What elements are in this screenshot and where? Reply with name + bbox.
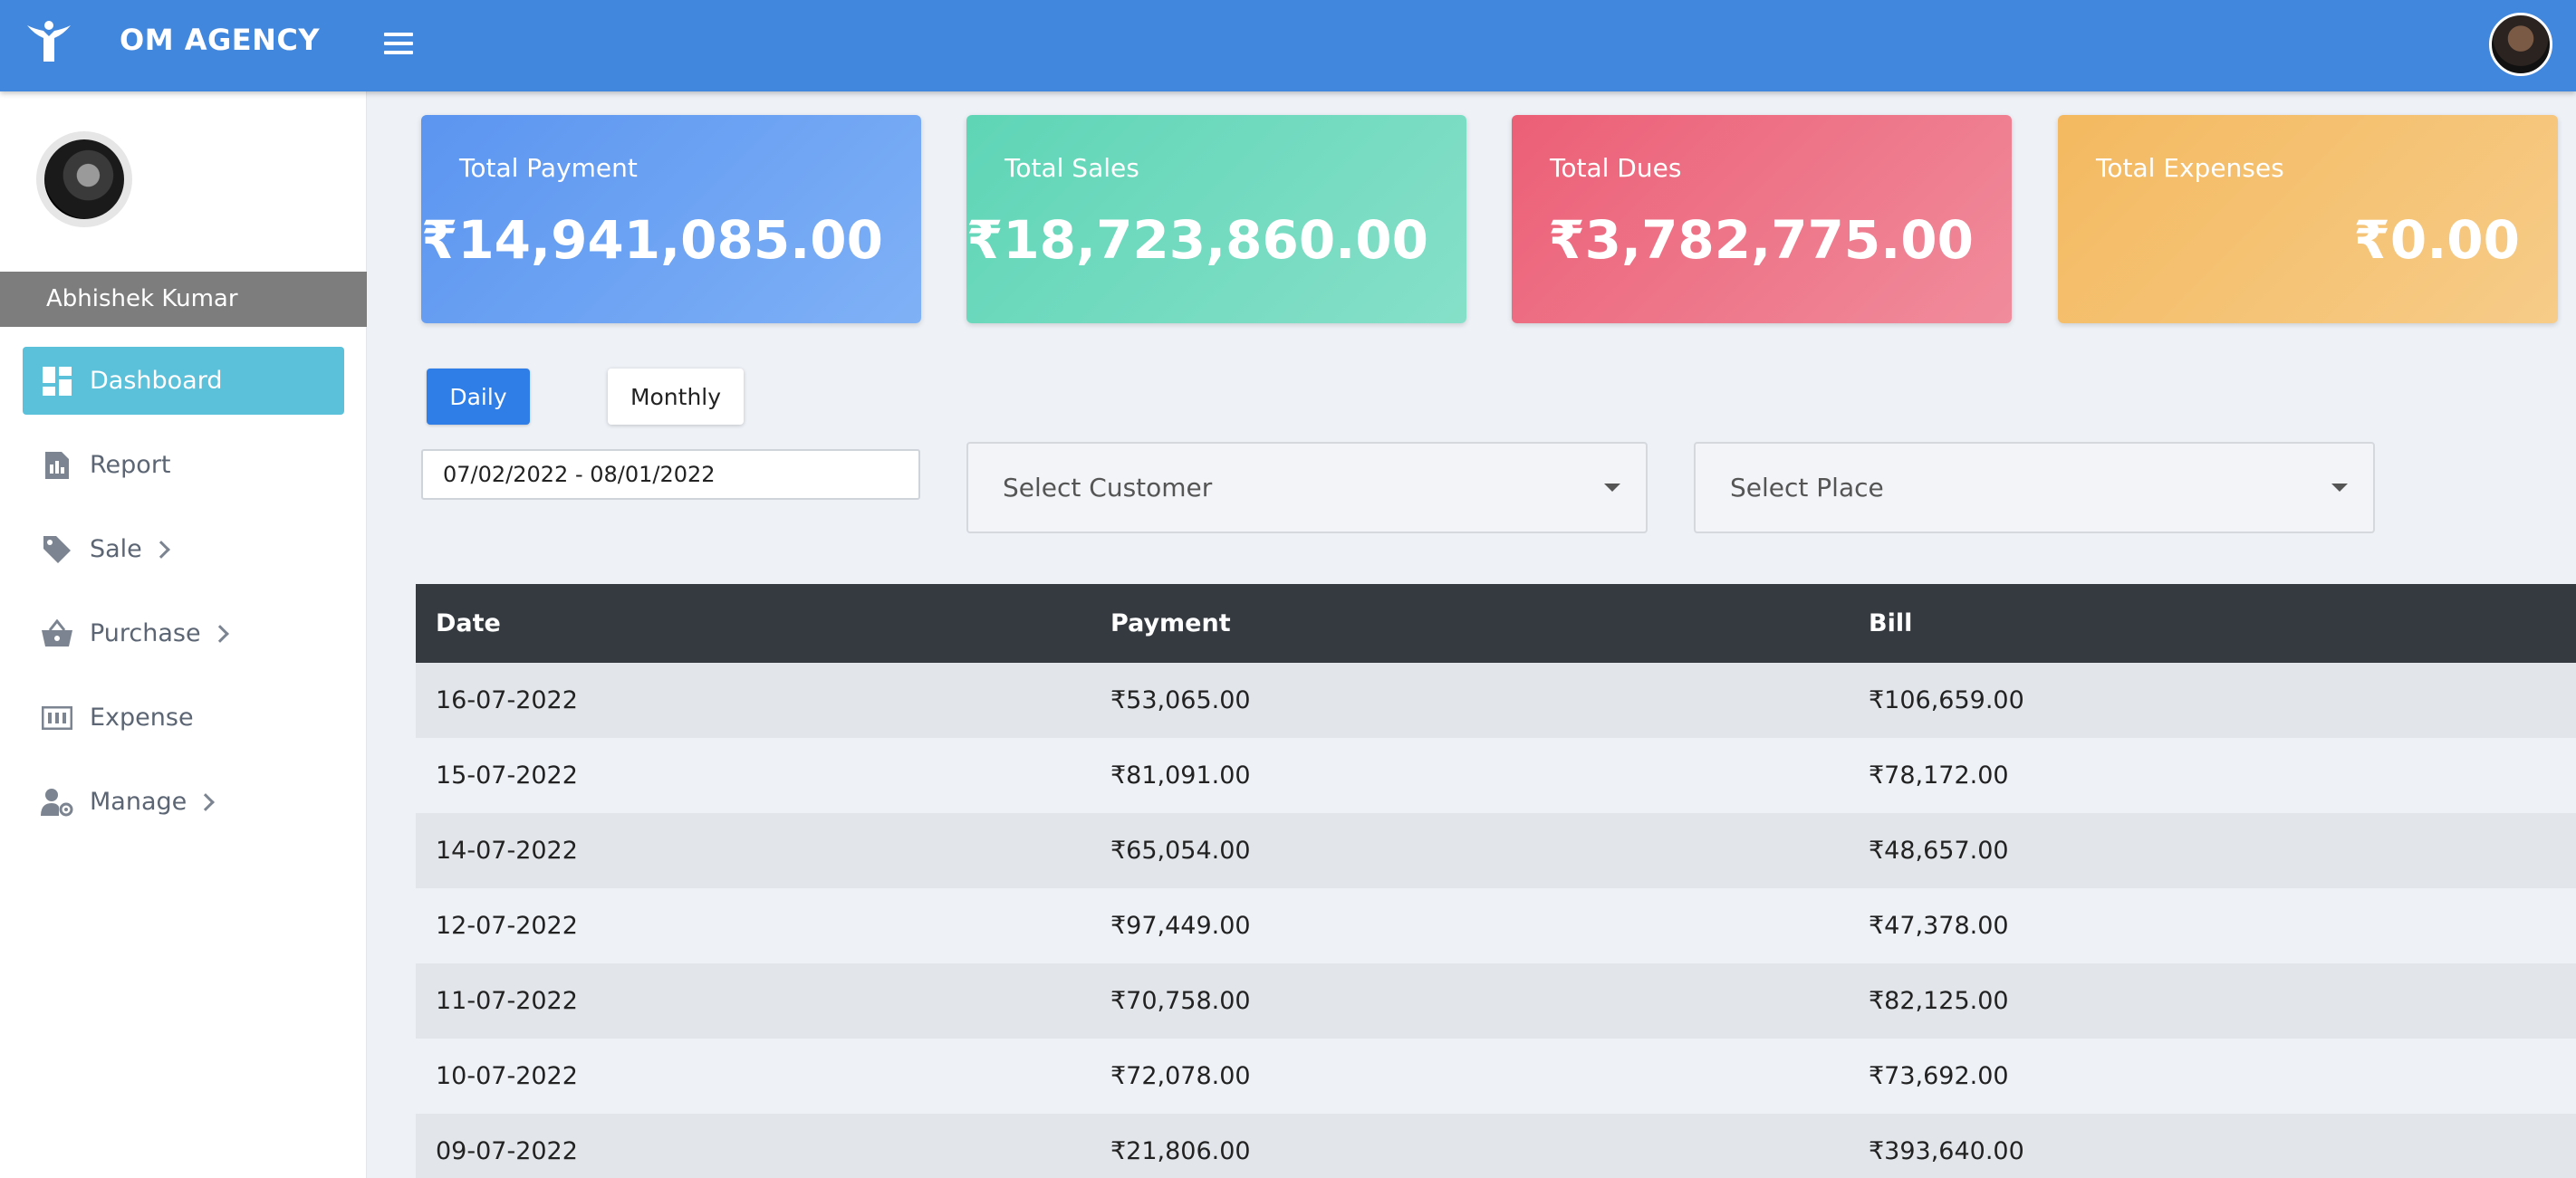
cell-bill: ₹78,172.00 — [1869, 761, 2009, 790]
cell-bill: ₹393,640.00 — [1869, 1137, 2024, 1165]
cell-payment: ₹97,449.00 — [1110, 912, 1251, 940]
card-label: Total Sales — [1004, 153, 1139, 183]
card-label: Total Payment — [459, 153, 638, 183]
cell-bill: ₹82,125.00 — [1869, 987, 2009, 1015]
sidebar-item-sale[interactable]: Sale — [23, 515, 344, 583]
cell-date: 12-07-2022 — [436, 912, 578, 940]
table-row: 12-07-2022 ₹97,449.00 ₹47,378.00 — [416, 888, 2576, 963]
total-expenses-card: Total Expenses ₹0.00 — [2058, 115, 2558, 323]
monthly-button[interactable]: Monthly — [608, 369, 744, 425]
cell-bill: ₹47,378.00 — [1869, 912, 2009, 940]
card-value: ₹14,941,085.00 — [420, 209, 883, 271]
sidebar-item-label: Report — [90, 451, 171, 479]
payments-table: Date Payment Bill 16-07-2022 ₹53,065.00 … — [416, 584, 2576, 1178]
card-label: Total Dues — [1550, 153, 1682, 183]
sidebar-item-label: Sale — [90, 535, 142, 563]
sidebar-item-manage[interactable]: Manage — [23, 768, 344, 836]
table-header: Date Payment Bill — [416, 584, 2576, 663]
cell-date: 10-07-2022 — [436, 1062, 578, 1090]
sidebar-item-label: Dashboard — [90, 367, 223, 395]
sidebar-item-report[interactable]: Report — [23, 431, 344, 499]
sidebar-avatar — [36, 131, 132, 227]
yoga-logo-icon[interactable] — [22, 16, 76, 71]
cell-bill: ₹48,657.00 — [1869, 837, 2009, 865]
column-header-bill[interactable]: Bill — [1849, 609, 2576, 637]
caret-down-icon — [1604, 484, 1620, 492]
chevron-right-icon — [151, 540, 170, 559]
chevron-right-icon — [197, 792, 216, 811]
total-payment-card: Total Payment ₹14,941,085.00 — [421, 115, 921, 323]
user-gear-icon — [41, 786, 73, 819]
column-header-payment[interactable]: Payment — [1091, 609, 1849, 637]
cell-date: 09-07-2022 — [436, 1137, 578, 1165]
date-range-input[interactable]: 07/02/2022 - 08/01/2022 — [421, 449, 920, 500]
cell-date: 16-07-2022 — [436, 686, 578, 714]
dashboard-icon — [41, 365, 73, 397]
sidebar-item-label: Manage — [90, 788, 187, 816]
user-avatar[interactable] — [2489, 13, 2552, 76]
cell-payment: ₹65,054.00 — [1110, 837, 1251, 865]
sidebar-nav: Dashboard Report Sale Purchase Expense M… — [23, 347, 344, 852]
customer-select-placeholder: Select Customer — [1003, 473, 1213, 503]
tag-icon — [41, 533, 73, 566]
table-body: 16-07-2022 ₹53,065.00 ₹106,659.00 15-07-… — [416, 663, 2576, 1178]
card-value: ₹18,723,860.00 — [966, 209, 1428, 271]
total-dues-card: Total Dues ₹3,782,775.00 — [1512, 115, 2012, 323]
cell-payment: ₹70,758.00 — [1110, 987, 1251, 1015]
card-value: ₹3,782,775.00 — [1548, 209, 1974, 271]
cell-date: 14-07-2022 — [436, 837, 578, 865]
place-select[interactable]: Select Place — [1694, 442, 2375, 533]
money-icon — [41, 702, 73, 734]
table-row: 14-07-2022 ₹65,054.00 ₹48,657.00 — [416, 813, 2576, 888]
customer-select[interactable]: Select Customer — [966, 442, 1648, 533]
cell-payment: ₹53,065.00 — [1110, 686, 1251, 714]
report-icon — [41, 449, 73, 482]
daily-button[interactable]: Daily — [427, 369, 530, 425]
place-select-placeholder: Select Place — [1730, 473, 1884, 503]
table-row: 09-07-2022 ₹21,806.00 ₹393,640.00 — [416, 1114, 2576, 1178]
column-header-date[interactable]: Date — [416, 609, 1091, 637]
sidebar-item-purchase[interactable]: Purchase — [23, 599, 344, 667]
sidebar-item-dashboard[interactable]: Dashboard — [23, 347, 344, 415]
card-label: Total Expenses — [2096, 153, 2284, 183]
table-row: 11-07-2022 ₹70,758.00 ₹82,125.00 — [416, 963, 2576, 1039]
cell-date: 15-07-2022 — [436, 761, 578, 790]
card-value: ₹0.00 — [2353, 209, 2520, 271]
cell-date: 11-07-2022 — [436, 987, 578, 1015]
table-row: 15-07-2022 ₹81,091.00 ₹78,172.00 — [416, 738, 2576, 813]
sidebar-user-name: Abhishek Kumar — [0, 272, 367, 327]
sidebar-item-label: Purchase — [90, 619, 201, 647]
cell-payment: ₹72,078.00 — [1110, 1062, 1251, 1090]
basket-icon — [41, 618, 73, 650]
hamburger-icon[interactable] — [380, 27, 417, 63]
sidebar-item-label: Expense — [90, 704, 194, 732]
brand-title[interactable]: OM AGENCY — [120, 20, 320, 60]
sidebar: Abhishek Kumar Dashboard Report Sale Pur… — [0, 91, 367, 1178]
total-sales-card: Total Sales ₹18,723,860.00 — [966, 115, 1466, 323]
top-navbar: OM AGENCY — [0, 0, 2576, 91]
sidebar-item-expense[interactable]: Expense — [23, 684, 344, 752]
cell-payment: ₹81,091.00 — [1110, 761, 1251, 790]
cell-payment: ₹21,806.00 — [1110, 1137, 1251, 1165]
table-row: 10-07-2022 ₹72,078.00 ₹73,692.00 — [416, 1039, 2576, 1114]
chevron-right-icon — [210, 624, 229, 643]
caret-down-icon — [2331, 484, 2348, 492]
table-row: 16-07-2022 ₹53,065.00 ₹106,659.00 — [416, 663, 2576, 738]
cell-bill: ₹73,692.00 — [1869, 1062, 2009, 1090]
cell-bill: ₹106,659.00 — [1869, 686, 2024, 714]
